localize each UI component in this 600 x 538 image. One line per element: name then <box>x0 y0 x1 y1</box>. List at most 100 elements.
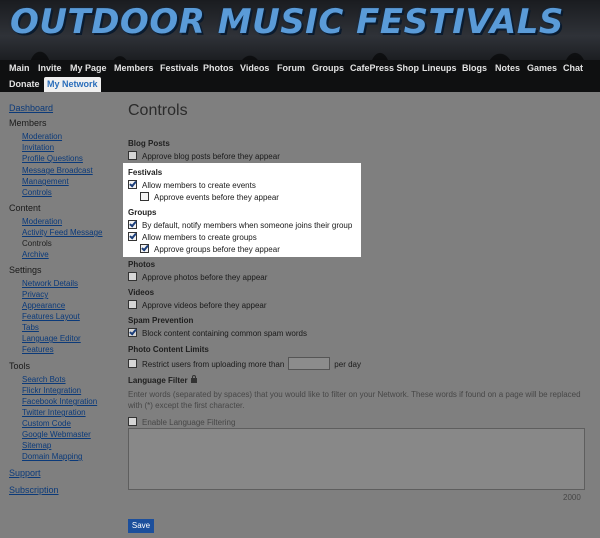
option-label: Approve events before they appear <box>154 193 279 202</box>
checkbox-approve-blog-posts[interactable] <box>128 151 137 160</box>
language-filter-description: Enter words (separated by spaces) that y… <box>128 390 581 410</box>
option-label: Approve blog posts before they appear <box>142 152 280 161</box>
section-title-photo-limits: Photo Content Limits <box>128 345 209 354</box>
sidebar-heading-members: Members <box>9 118 47 128</box>
option-approve-groups[interactable]: Approve groups before they appear <box>140 244 280 255</box>
option-label: By default, notify members when someone … <box>142 221 353 230</box>
sidebar-heading-content: Content <box>9 203 41 213</box>
sidebar-members-controls[interactable]: Controls <box>22 188 52 198</box>
option-block-spam[interactable]: Block content containing common spam wor… <box>128 328 307 339</box>
site-header: OUTDOOR MUSIC FESTIVALS <box>0 0 600 60</box>
option-approve-videos[interactable]: Approve videos before they appear <box>128 300 267 311</box>
nav-notes[interactable]: Notes <box>495 63 520 74</box>
sidebar-tools-search-bots[interactable]: Search Bots <box>22 375 66 385</box>
option-label: Approve videos before they appear <box>142 301 267 310</box>
checkbox-allow-create-groups[interactable] <box>128 232 137 241</box>
nav-lineups[interactable]: Lineups <box>422 63 457 74</box>
section-title-blog-posts: Blog Posts <box>128 139 170 148</box>
nav-my-page[interactable]: My Page <box>70 63 107 74</box>
nav-invite[interactable]: Invite <box>38 63 62 74</box>
nav-cafepress-shop[interactable]: CafePress Shop <box>350 63 419 74</box>
nav-my-network[interactable]: My Network <box>44 77 101 92</box>
sidebar-tools-facebook[interactable]: Facebook Integration <box>22 397 97 407</box>
option-enable-language-filter[interactable]: Enable Language Filtering <box>128 417 235 428</box>
sidebar-content-controls-current: Controls <box>22 239 52 248</box>
sidebar-tools-sitemap[interactable]: Sitemap <box>22 441 51 451</box>
sidebar-content-activity-feed[interactable]: Activity Feed Message <box>22 228 102 238</box>
sidebar-settings-features-layout[interactable]: Features Layout <box>22 312 80 322</box>
checkbox-approve-photos[interactable] <box>128 272 137 281</box>
char-count: 2000 <box>563 493 581 502</box>
nav-videos[interactable]: Videos <box>240 63 269 74</box>
nav-games[interactable]: Games <box>527 63 557 74</box>
checkbox-allow-create-events[interactable] <box>128 180 137 189</box>
option-label: Allow members to create events <box>142 181 256 190</box>
option-restrict-uploads[interactable]: Restrict users from uploading more than p… <box>128 357 361 370</box>
sidebar-tools-twitter[interactable]: Twitter Integration <box>22 408 86 418</box>
option-allow-create-events[interactable]: Allow members to create events <box>128 180 256 191</box>
nav-main[interactable]: Main <box>9 63 30 74</box>
nav-members[interactable]: Members <box>114 63 154 74</box>
section-title-festivals: Festivals <box>128 168 163 177</box>
lock-icon <box>190 375 197 383</box>
sidebar-support[interactable]: Support <box>9 468 41 478</box>
option-approve-events[interactable]: Approve events before they appear <box>140 192 279 203</box>
option-label: Block content containing common spam wor… <box>142 329 307 338</box>
nav-groups[interactable]: Groups <box>312 63 344 74</box>
sidebar-members-profile-questions[interactable]: Profile Questions <box>22 154 83 164</box>
sidebar-tools-custom-code[interactable]: Custom Code <box>22 419 71 429</box>
language-filter-title-text: Language Filter <box>128 376 188 385</box>
sidebar-settings-privacy[interactable]: Privacy <box>22 290 48 300</box>
checkbox-approve-groups[interactable] <box>140 244 149 253</box>
option-notify-group-joins[interactable]: By default, notify members when someone … <box>128 220 352 231</box>
sidebar-settings-appearance[interactable]: Appearance <box>22 301 65 311</box>
sidebar-dashboard[interactable]: Dashboard <box>9 103 53 113</box>
sidebar-members-management[interactable]: Management <box>22 177 69 187</box>
option-label: Allow members to create groups <box>142 233 257 242</box>
option-approve-blog-posts[interactable]: Approve blog posts before they appear <box>128 151 280 162</box>
site-title[interactable]: OUTDOOR MUSIC FESTIVALS <box>10 2 564 42</box>
option-label: Restrict users from uploading more than <box>142 360 285 369</box>
nav-photos[interactable]: Photos <box>203 63 234 74</box>
sidebar-tools-domain-mapping[interactable]: Domain Mapping <box>22 452 82 462</box>
section-title-videos: Videos <box>128 288 155 297</box>
checkbox-restrict-uploads[interactable] <box>128 359 137 368</box>
sidebar-members-message-broadcast[interactable]: Message Broadcast <box>22 166 93 176</box>
sidebar-content-moderation[interactable]: Moderation <box>22 217 62 227</box>
option-label: Approve groups before they appear <box>154 245 280 254</box>
nav-festivals[interactable]: Festivals <box>160 63 199 74</box>
sidebar-settings-language-editor[interactable]: Language Editor <box>22 334 81 344</box>
sidebar-members-moderation[interactable]: Moderation <box>22 132 62 142</box>
checkbox-notify-group-joins[interactable] <box>128 220 137 229</box>
option-allow-create-groups[interactable]: Allow members to create groups <box>128 232 257 243</box>
section-title-language-filter: Language Filter <box>128 375 197 386</box>
sidebar-tools-google-webmaster[interactable]: Google Webmaster <box>22 430 91 440</box>
checkbox-enable-language-filter[interactable] <box>128 417 137 426</box>
section-title-groups: Groups <box>128 208 157 217</box>
nav-donate[interactable]: Donate <box>9 79 40 90</box>
sidebar-tools-flickr[interactable]: Flickr Integration <box>22 386 81 396</box>
sidebar-content-archive[interactable]: Archive <box>22 250 49 260</box>
checkbox-block-spam[interactable] <box>128 328 137 337</box>
option-approve-photos[interactable]: Approve photos before they appear <box>128 272 267 283</box>
checkbox-approve-events[interactable] <box>140 192 149 201</box>
sidebar-heading-settings: Settings <box>9 265 42 275</box>
option-label-suffix: per day <box>334 360 361 369</box>
sidebar-heading-tools: Tools <box>9 361 31 371</box>
nav-blogs[interactable]: Blogs <box>462 63 487 74</box>
nav-forum[interactable]: Forum <box>277 63 305 74</box>
option-label: Enable Language Filtering <box>142 418 236 427</box>
page-title: Controls <box>128 102 188 119</box>
language-filter-textarea[interactable] <box>128 428 585 490</box>
nav-chat[interactable]: Chat <box>563 63 583 74</box>
sidebar-settings-features[interactable]: Features <box>22 345 54 355</box>
checkbox-approve-videos[interactable] <box>128 300 137 309</box>
section-title-spam-prevention: Spam Prevention <box>128 316 194 325</box>
section-title-photos: Photos <box>128 260 156 269</box>
uploads-per-day-input[interactable] <box>288 357 331 370</box>
sidebar-subscription[interactable]: Subscription <box>9 485 59 495</box>
save-button[interactable]: Save <box>128 519 154 533</box>
sidebar-members-invitation[interactable]: Invitation <box>22 143 54 153</box>
sidebar-settings-tabs[interactable]: Tabs <box>22 323 39 333</box>
sidebar-settings-network-details[interactable]: Network Details <box>22 279 78 289</box>
